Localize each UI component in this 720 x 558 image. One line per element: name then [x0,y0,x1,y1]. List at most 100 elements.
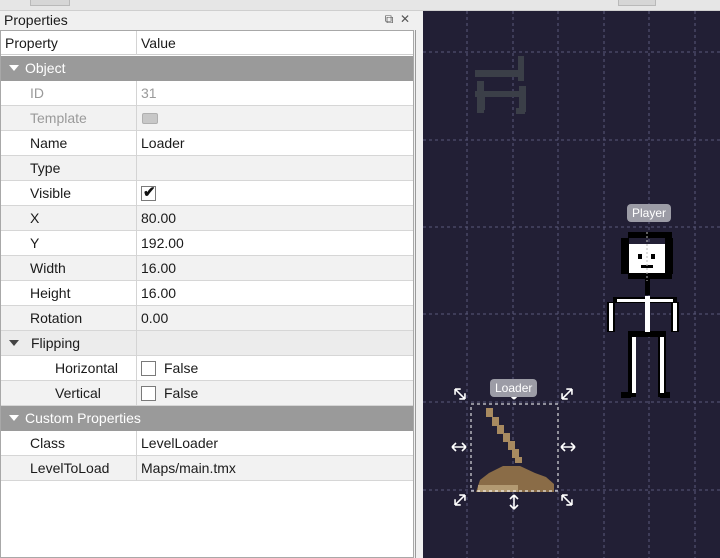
property-grid-header: Property Value [1,31,413,55]
scaffold-tile-shape [516,108,525,114]
float-panel-icon[interactable]: ⧉ [382,12,396,26]
window-tab-stub[interactable] [30,0,70,6]
property-value[interactable]: LevelLoader [141,435,218,451]
column-divider [136,131,137,156]
group-label: Object [25,60,66,76]
lever-handle-pixel [515,457,522,463]
column-divider [136,256,137,281]
property-name: Name [30,135,68,151]
checkbox[interactable]: ✔ [141,184,156,201]
property-row-visible[interactable]: Visible ✔ [1,181,413,206]
property-row-name[interactable]: Name Loader [1,131,413,156]
column-divider [136,181,137,206]
property-name: Template [30,110,87,126]
resize-handle-top-right[interactable] [559,386,575,402]
resize-handle-bottom-right[interactable] [559,492,575,508]
property-value[interactable]: 16.00 [141,260,176,276]
group-label: Flipping [31,335,81,351]
player-sprite-pixel [621,244,629,274]
expand-arrow-icon[interactable] [9,340,19,346]
player-eye [651,254,655,259]
player-sprite-pixel [645,279,650,295]
property-row-x[interactable]: X 80.00 [1,206,413,231]
checkbox[interactable] [141,361,156,376]
window-tab-stub[interactable] [618,0,656,6]
property-row-template[interactable]: Template [1,106,413,131]
property-name: Height [30,285,71,301]
scaffold-tile-shape [518,56,524,81]
scaffold-tile-shape [475,70,524,77]
group-custom-properties[interactable]: Custom Properties [1,406,413,431]
column-divider [136,356,137,381]
resize-handle-bottom[interactable] [509,494,519,510]
object-label-player: Player [627,204,672,222]
column-divider [136,381,137,406]
property-row-id[interactable]: ID 31 [1,81,413,106]
column-divider [136,206,137,231]
property-row-type[interactable]: Type [1,156,413,181]
scaffold-tile-shape [478,97,485,110]
player-sprite-pixel [621,238,629,244]
resize-handle-right[interactable] [560,442,576,452]
player-body-pixel [673,303,677,331]
column-header-value[interactable]: Value [141,35,176,51]
resize-arrow-path [509,494,519,510]
property-value[interactable]: 0.00 [141,310,168,326]
player-sprite-pixel [665,238,673,244]
player-body-pixel [617,299,673,302]
property-grid: Property Value Object ID 31 Template Name Loa… [0,30,414,558]
group-object[interactable]: Object [1,56,413,81]
property-name: Type [30,160,61,176]
lever-handle-pixel [503,433,510,442]
column-divider[interactable] [136,31,137,55]
property-row-height[interactable]: Height 16.00 [1,281,413,306]
column-divider [136,156,137,181]
map-canvas[interactable]: Player Loader [423,11,720,558]
property-value[interactable]: 80.00 [141,210,176,226]
property-row-y[interactable]: Y 192.00 [1,231,413,256]
property-name: LevelToLoad [30,460,110,476]
player-body-pixel [609,303,613,331]
property-value[interactable]: False [164,385,198,401]
property-value[interactable]: 192.00 [141,235,184,251]
property-value[interactable]: Loader [141,135,185,151]
property-value[interactable]: 16.00 [141,285,176,301]
property-row-vertical[interactable]: Vertical False [1,381,413,406]
property-value[interactable]: False [164,360,198,376]
property-value[interactable]: 31 [141,85,157,101]
lever-handle-pixel [512,449,519,458]
player-sprite-pixel [628,232,672,238]
player-sprite-pixel [665,244,673,274]
resize-handle-bottom-left[interactable] [452,492,468,508]
property-row-rotation[interactable]: Rotation 0.00 [1,306,413,331]
property-row-leveltoload[interactable]: LevelToLoad Maps/main.tmx [1,456,413,481]
property-row-width[interactable]: Width 16.00 [1,256,413,281]
property-name: Rotation [30,310,83,326]
expand-arrow-icon[interactable] [9,65,19,71]
properties-panel: Properties ⧉ ✕ Property Value Object ID 31… [0,11,416,558]
column-divider [136,456,137,481]
player-body-pixel [632,337,636,393]
lever-handle-pixel [497,425,504,434]
column-divider [136,281,137,306]
resize-arrow-path [454,388,466,400]
lever-handle-pixel [492,417,499,426]
column-header-property[interactable]: Property [5,35,58,51]
property-row-horizontal[interactable]: Horizontal False [1,356,413,381]
close-panel-icon[interactable]: ✕ [398,12,412,26]
checkbox[interactable] [141,386,156,401]
player-eye [638,254,642,259]
checkmark-icon: ✔ [143,184,156,201]
map-drawing [423,11,720,558]
group-flipping[interactable]: Flipping [1,331,413,356]
property-name: Class [30,435,66,451]
property-value[interactable]: Maps/main.tmx [141,460,236,476]
expand-arrow-icon[interactable] [9,415,19,421]
property-row-class[interactable]: Class LevelLoader [1,431,413,456]
resize-handle-left[interactable] [451,442,467,452]
resize-handle-top-left[interactable] [452,386,468,402]
template-icon[interactable] [142,113,158,124]
resize-arrow-path [454,494,466,506]
panel-title: Properties [4,12,68,28]
panel-titlebar: Properties ⧉ ✕ [0,11,416,30]
